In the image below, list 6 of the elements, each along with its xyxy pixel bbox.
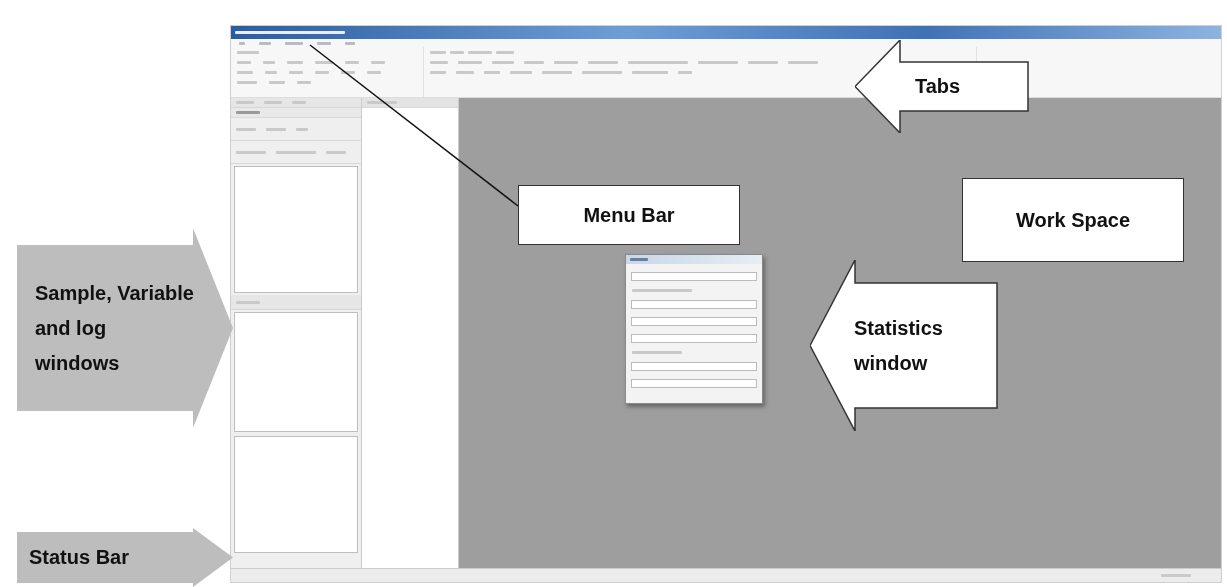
callout-label: Tabs bbox=[915, 74, 961, 99]
callout-label: Sample, Variable and log windows bbox=[35, 280, 195, 376]
callout-label: Menu Bar bbox=[583, 202, 675, 228]
callout-label: Statistics window bbox=[854, 315, 944, 376]
callout-label: Work Space bbox=[1015, 207, 1131, 233]
callout-label: Status Bar bbox=[29, 545, 130, 570]
